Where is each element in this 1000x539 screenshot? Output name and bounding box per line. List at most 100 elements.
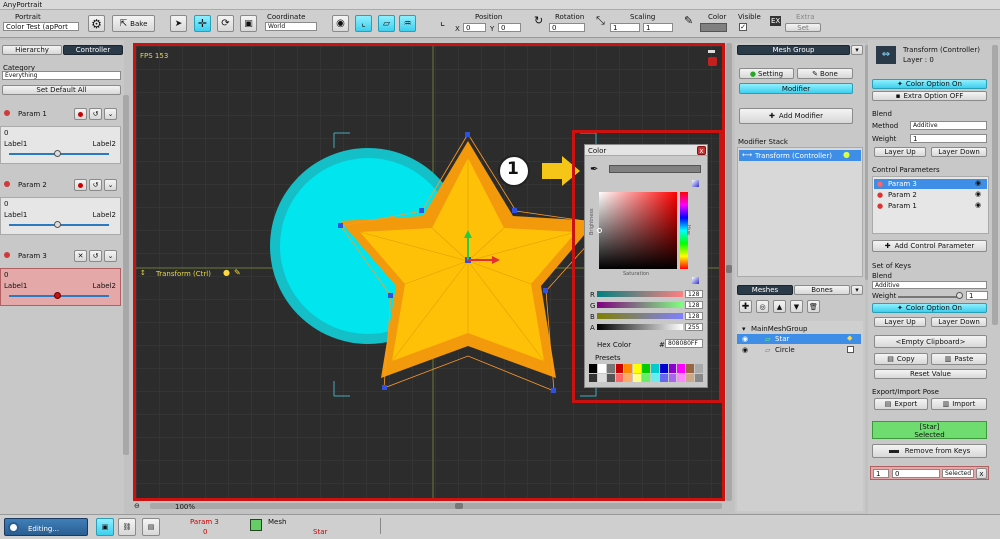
tree-item-circle[interactable]: ◉ ▱ Circle <box>737 345 861 355</box>
bake-button[interactable]: ⇱ Bake <box>112 15 155 32</box>
add-control-parameter-button[interactable]: ✚ Add Control Parameter <box>872 240 987 252</box>
position-y-field[interactable]: 0 <box>498 23 521 32</box>
set-default-all-button[interactable]: Set Default All <box>2 85 121 95</box>
param-menu-button[interactable]: ⌄ <box>104 179 117 191</box>
paste-button[interactable]: ▥ Paste <box>931 353 987 365</box>
tab-bones[interactable]: Bones <box>794 285 850 295</box>
b-field[interactable]: 128 <box>685 312 703 320</box>
scale-tool-button[interactable]: ▣ <box>240 15 257 32</box>
mesh-view-button[interactable]: ▱ <box>378 15 395 32</box>
reset-button[interactable]: ↺ <box>89 108 102 120</box>
tree-expand-icon[interactable]: ▾ <box>742 325 746 333</box>
eye-icon[interactable]: ◉ <box>975 190 981 198</box>
extra-set-button[interactable]: Set <box>785 23 821 32</box>
clear-selection-button[interactable]: x <box>976 468 987 479</box>
tab-controller[interactable]: Controller <box>63 45 123 55</box>
layer-up-button[interactable]: Layer Up <box>874 147 926 157</box>
left-scrollbar[interactable] <box>123 95 129 455</box>
tree-root[interactable]: MainMeshGroup <box>751 325 807 333</box>
close-button[interactable]: x <box>697 146 706 155</box>
r-field[interactable]: 128 <box>685 290 703 298</box>
saturation-brightness-picker[interactable] <box>599 192 677 269</box>
category-select[interactable]: Everything <box>2 71 121 80</box>
reset-value-button[interactable]: Reset Value <box>874 369 987 379</box>
param-slider-handle[interactable] <box>54 150 61 157</box>
add-mesh-button[interactable]: ✚ <box>739 300 752 313</box>
extra-option-off-button[interactable]: ▪ Extra Option OFF <box>872 91 987 101</box>
right-scrollbar[interactable] <box>992 45 998 325</box>
remove-key-button[interactable]: ✕ <box>74 250 87 262</box>
g-slider[interactable] <box>597 302 683 308</box>
viewport-hscrollbar[interactable] <box>150 503 722 509</box>
eye-icon[interactable]: ◉ <box>742 346 748 354</box>
add-modifier-button[interactable]: ✚ Add Modifier <box>739 108 853 124</box>
param-slider-handle[interactable] <box>54 292 61 299</box>
modifier-button[interactable]: Modifier <box>739 83 853 94</box>
cp-item[interactable]: ● Param 2 ◉ <box>874 190 987 200</box>
scroll-thumb[interactable] <box>455 503 463 509</box>
color-swatch[interactable] <box>700 23 727 32</box>
delete-button[interactable]: 🗑 <box>807 300 820 313</box>
clip-mesh-button[interactable]: ◎ <box>756 300 769 313</box>
scale-x-field[interactable]: 1 <box>610 23 640 32</box>
picker-handle[interactable] <box>597 228 602 233</box>
g-field[interactable]: 128 <box>685 301 703 309</box>
select-tool-button[interactable]: ➤ <box>170 15 187 32</box>
method-select[interactable]: Additive <box>910 121 987 130</box>
mesh-group-header[interactable]: Mesh Group <box>737 45 850 55</box>
onion-skin-button[interactable]: ▤ <box>142 518 160 536</box>
param-menu-button[interactable]: ⌄ <box>104 108 117 120</box>
physics-view-button[interactable]: ♒ <box>399 15 416 32</box>
checkbox[interactable] <box>847 346 854 353</box>
blend2-select[interactable]: Additive <box>872 281 987 289</box>
cp-item[interactable]: ● Param 1 ◉ <box>874 201 987 211</box>
remove-from-keys-button[interactable]: Remove from Keys <box>872 444 987 458</box>
tab-meshes[interactable]: Meshes <box>737 285 793 295</box>
import-button[interactable]: ▥ Import <box>931 398 987 410</box>
color-option-on-button[interactable]: ✦ Color Option On <box>872 79 987 89</box>
eye-icon[interactable]: ◉ <box>975 201 981 209</box>
record-button[interactable] <box>74 108 87 120</box>
visible-checkbox[interactable]: ✓ <box>739 23 747 31</box>
portrait-select[interactable]: Color Test (apPort <box>3 22 79 31</box>
scale-y-field[interactable]: 1 <box>643 23 673 32</box>
modifier-stack-item[interactable]: ⟷ Transform (Controller) ● <box>739 150 861 161</box>
palette-icon-2[interactable] <box>692 277 699 284</box>
param-slider-handle[interactable] <box>54 221 61 228</box>
settings-button[interactable]: ⚙ <box>88 15 105 32</box>
hex-field[interactable]: 808080FF <box>665 339 703 348</box>
position-x-field[interactable]: 0 <box>463 23 486 32</box>
reset-button[interactable]: ↺ <box>89 179 102 191</box>
copy-button[interactable]: ▤ Copy <box>874 353 928 365</box>
record-button[interactable] <box>74 179 87 191</box>
setting-button[interactable]: ● Setting <box>739 68 794 79</box>
param-card-3[interactable]: Param 3 ✕ ↺ ⌄ 0 Label1 Label2 <box>0 248 121 306</box>
layer-down2-button[interactable]: Layer Down <box>931 317 987 327</box>
param-card-1[interactable]: Param 1 ↺ ⌄ 0 Label1 Label2 <box>0 106 121 164</box>
bone-button[interactable]: ✎ Bone <box>797 68 853 79</box>
export-button[interactable]: ▤ Export <box>874 398 928 410</box>
onion-button[interactable]: ◉ <box>332 15 349 32</box>
palette-icon[interactable] <box>692 180 699 187</box>
selection-value-field[interactable]: 0 <box>892 469 940 478</box>
move-down-button[interactable]: ▼ <box>790 300 803 313</box>
a-slider[interactable] <box>597 324 683 330</box>
reset-button[interactable]: ↺ <box>89 250 102 262</box>
editing-button[interactable]: Editing... <box>4 518 88 536</box>
weight2-slider[interactable] <box>898 296 960 298</box>
preset-swatches[interactable] <box>589 364 703 382</box>
viewport-vscrollbar[interactable] <box>726 43 732 501</box>
selection-index-field[interactable]: 1 <box>873 469 889 478</box>
lock-button[interactable]: ▣ <box>96 518 114 536</box>
param-card-2[interactable]: Param 2 ↺ ⌄ 0 Label1 Label2 <box>0 177 121 235</box>
eyedropper-icon[interactable]: ✒ <box>590 164 598 175</box>
param-menu-button[interactable]: ⌄ <box>104 250 117 262</box>
rotate-tool-button[interactable]: ⟳ <box>217 15 234 32</box>
b-slider[interactable] <box>597 313 683 319</box>
move-tool-button[interactable]: ✛ <box>194 15 211 32</box>
rotation-field[interactable]: 0 <box>549 23 585 32</box>
weight2-field[interactable]: 1 <box>966 291 988 300</box>
color-option-on2-button[interactable]: ✦ Color Option On <box>872 303 987 313</box>
tab-hierarchy[interactable]: Hierarchy <box>2 45 62 55</box>
eye-icon[interactable]: ◉ <box>742 335 748 343</box>
